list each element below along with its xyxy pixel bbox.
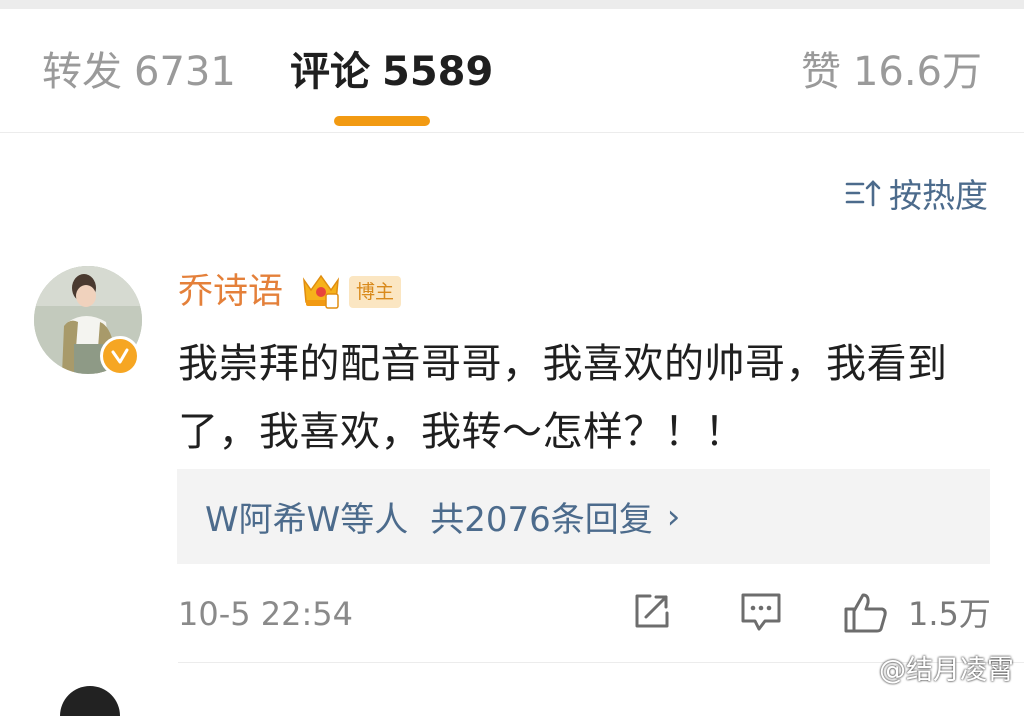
top-band [0, 0, 1024, 9]
tab-comments-count: 5589 [382, 49, 494, 95]
replies-count: 共2076条回复 [430, 500, 653, 540]
tab-comments[interactable]: 评论 5589 [290, 47, 493, 97]
comment-timestamp: 10-5 22:54 [178, 595, 354, 633]
thumbs-up-icon [844, 593, 887, 633]
comment-username[interactable]: 乔诗语 [178, 268, 283, 316]
tab-bar: 转发 6731 评论 5589 赞 16.6万 [0, 9, 1024, 133]
share-icon [635, 594, 669, 628]
weibo-watermark: @结月凌霄 [879, 655, 1014, 686]
verified-badge-icon [100, 336, 140, 376]
member-crown-icon [302, 274, 340, 309]
tab-repost[interactable]: 转发 6731 [42, 47, 236, 97]
tab-likes-label: 赞 [800, 49, 841, 95]
tab-repost-label: 转发 [42, 49, 122, 95]
comment-text: 我崇拜的配音哥哥，我喜欢的帅哥，我看到了，我喜欢，我转～怎样？！！ [178, 341, 948, 455]
replies-names: W阿希W等人 [205, 500, 409, 540]
blogger-badge: 博主 [349, 276, 401, 308]
tab-likes[interactable]: 赞 16.6万 [801, 47, 982, 97]
replies-link[interactable]: W阿希W等人 共2076条回复 › [177, 469, 990, 564]
reply-button[interactable] [739, 591, 783, 637]
chevron-right-icon: › [666, 496, 681, 537]
like-count: 1.5万 [908, 595, 991, 633]
comment-icon [741, 593, 781, 631]
next-comment-avatar [60, 686, 120, 716]
tab-comments-label: 评论 [290, 49, 370, 95]
tab-repost-count: 6731 [134, 49, 236, 95]
share-button[interactable] [632, 591, 672, 635]
active-tab-indicator [334, 116, 430, 126]
tab-likes-count: 16.6万 [852, 49, 982, 95]
sort-by-heat-button[interactable]: 按热度 [845, 168, 988, 218]
sort-icon [845, 180, 881, 207]
sort-label: 按热度 [889, 176, 988, 215]
like-button[interactable] [843, 591, 889, 639]
